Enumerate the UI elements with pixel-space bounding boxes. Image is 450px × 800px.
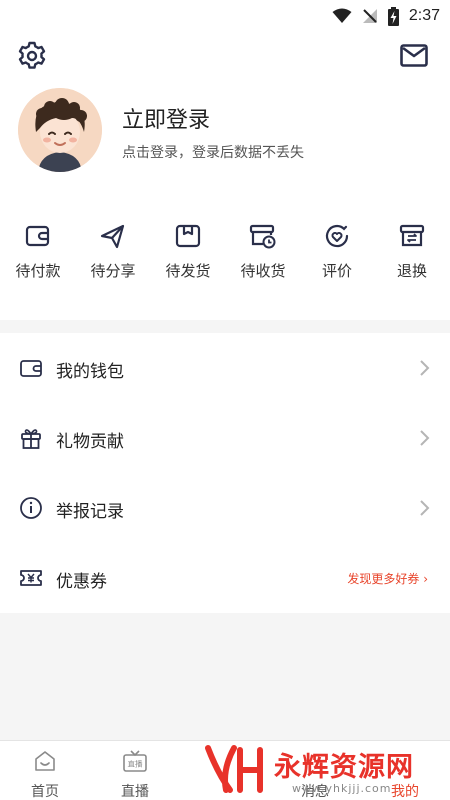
menu-item-coupons[interactable]: 优惠券 发现更多好券 › xyxy=(0,543,450,613)
menu-list: 我的钱包 礼物贡献 举报记录 优惠券 发现更多好券 › xyxy=(0,333,450,613)
tab-label: 直播 xyxy=(121,784,149,800)
status-icons: 2:37 xyxy=(332,5,440,27)
order-pending-receipt[interactable]: 待收货 xyxy=(225,222,301,286)
order-label: 退换 xyxy=(396,262,427,280)
exchange-icon xyxy=(399,224,425,247)
menu-item-label: 我的钱包 xyxy=(56,362,124,382)
info-icon xyxy=(20,497,42,519)
status-bar: 2:37 xyxy=(0,0,450,32)
tab-home[interactable]: 首页 xyxy=(0,741,90,800)
package-icon xyxy=(175,224,201,248)
order-label: 评价 xyxy=(321,262,352,280)
order-label: 待发货 xyxy=(165,262,211,280)
login-title[interactable]: 立即登录 xyxy=(122,102,210,134)
menu-item-report-history[interactable]: 举报记录 xyxy=(0,473,450,543)
wifi-icon xyxy=(332,8,352,23)
menu-item-label: 举报记录 xyxy=(56,502,124,522)
discover-more-coupons-link[interactable]: 发现更多好券 › xyxy=(347,570,428,587)
status-time: 2:37 xyxy=(408,7,440,24)
no-signal-icon xyxy=(362,9,377,23)
menu-item-label: 优惠券 xyxy=(56,572,107,592)
chevron-right-icon xyxy=(420,360,430,376)
watermark-logo xyxy=(205,745,263,793)
menu-item-wallet[interactable]: 我的钱包 xyxy=(0,333,450,403)
login-subtitle: 点击登录，登录后数据不丢失 xyxy=(122,145,304,161)
watermark-url: www.yhkjjj.com xyxy=(292,782,392,795)
tv-icon-text: 直播 xyxy=(128,759,143,769)
profile-card: 立即登录 点击登录，登录后数据不丢失 待付款 待分享 待发货 待收货 评价 退换 xyxy=(0,32,450,320)
menu-item-gift-contribution[interactable]: 礼物贡献 xyxy=(0,403,450,473)
chevron-right-icon xyxy=(420,500,430,516)
avatar-illustration xyxy=(18,88,102,172)
watermark-text: 永辉资源网 xyxy=(274,752,414,783)
tab-live[interactable]: 直播 直播 xyxy=(90,741,180,800)
order-label: 待收货 xyxy=(240,262,286,280)
order-pending-payment[interactable]: 待付款 xyxy=(0,222,76,286)
watermark: 永辉资源网 www.yhkjjj.com xyxy=(196,742,426,800)
review-heart-icon xyxy=(325,224,349,248)
mail-icon[interactable] xyxy=(400,44,428,68)
avatar[interactable] xyxy=(18,88,102,172)
tv-icon: 直播 xyxy=(123,750,147,772)
order-return-exchange[interactable]: 退换 xyxy=(374,222,450,286)
chevron-right-icon xyxy=(420,430,430,446)
gear-icon[interactable] xyxy=(16,40,48,72)
menu-item-label: 礼物贡献 xyxy=(56,432,124,452)
home-icon xyxy=(35,751,55,771)
order-label: 待分享 xyxy=(90,262,136,280)
order-pending-share[interactable]: 待分享 xyxy=(75,222,151,286)
gift-icon xyxy=(21,429,41,449)
order-review[interactable]: 评价 xyxy=(299,222,375,286)
order-pending-shipment[interactable]: 待发货 xyxy=(150,222,226,286)
wallet-icon xyxy=(20,360,42,377)
order-label: 待付款 xyxy=(15,262,61,280)
send-icon xyxy=(100,224,125,249)
coupon-icon xyxy=(20,570,42,586)
order-status-row: 待付款 待分享 待发货 待收货 评价 退换 xyxy=(0,222,450,286)
tab-label: 首页 xyxy=(31,784,59,800)
box-clock-icon xyxy=(249,224,276,249)
wallet-icon xyxy=(25,225,50,247)
battery-charging-icon xyxy=(387,6,399,26)
